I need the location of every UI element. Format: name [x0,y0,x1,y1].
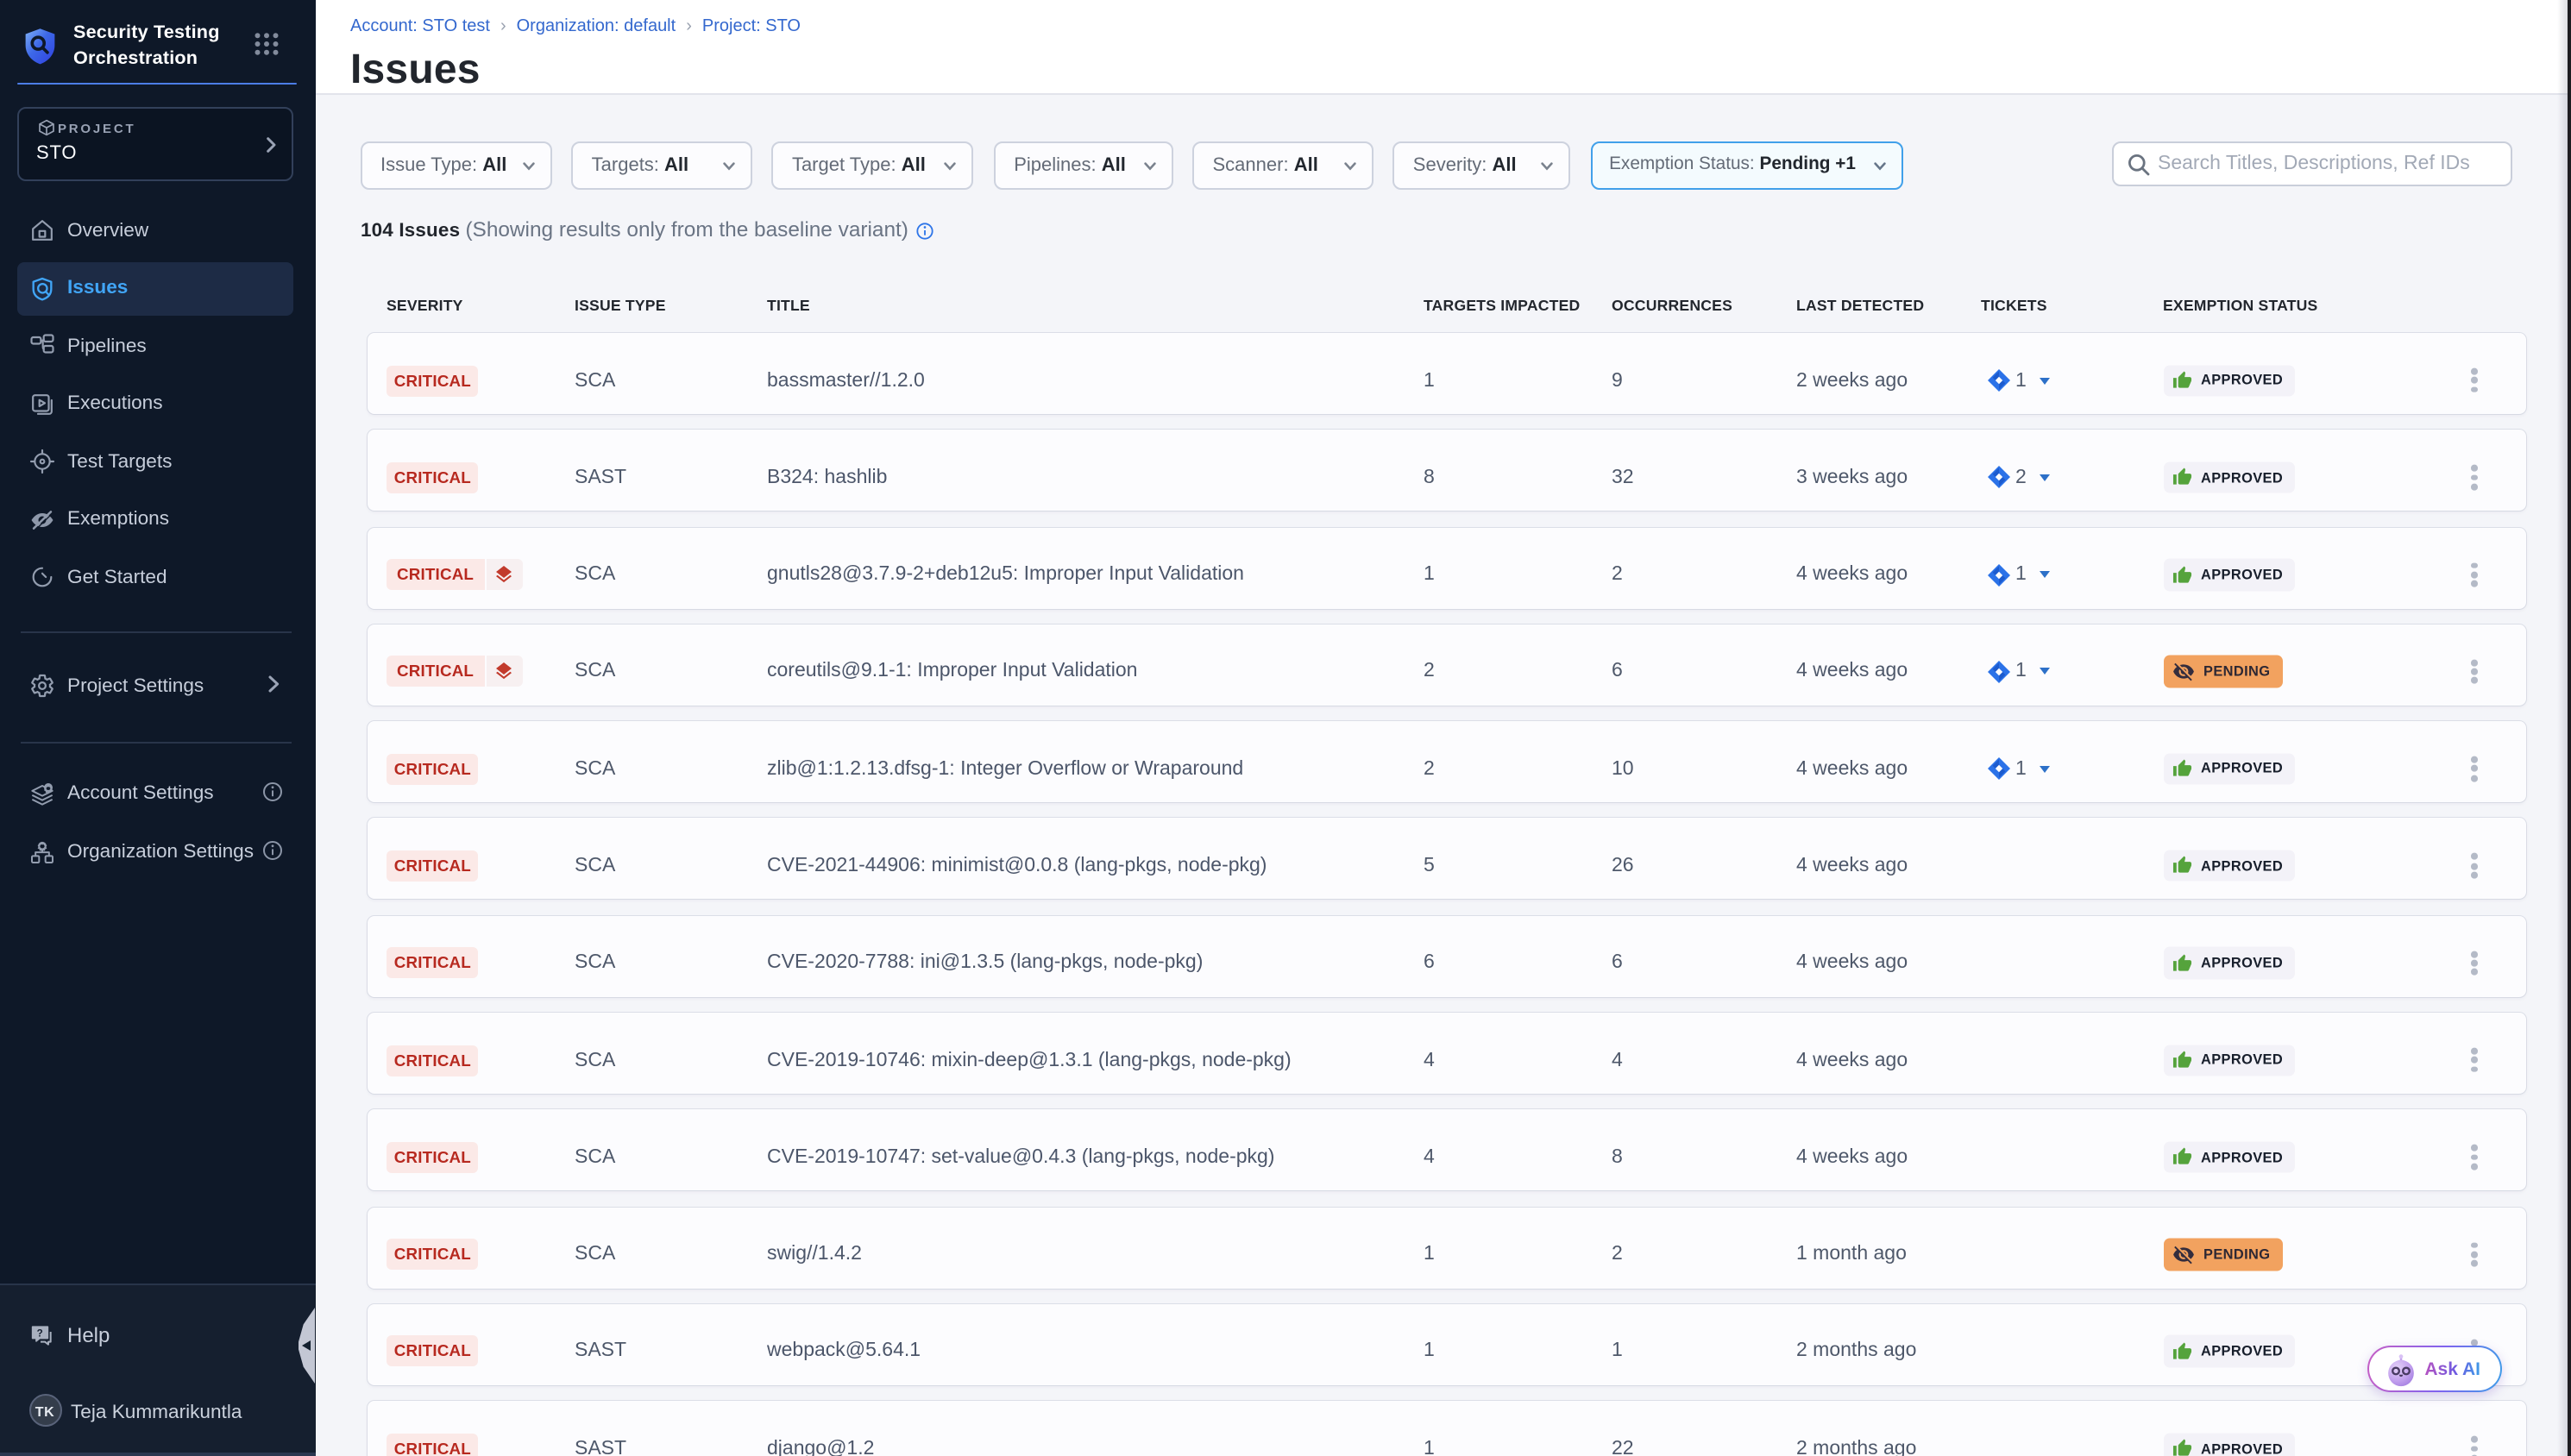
svg-text:?: ? [36,1327,42,1339]
